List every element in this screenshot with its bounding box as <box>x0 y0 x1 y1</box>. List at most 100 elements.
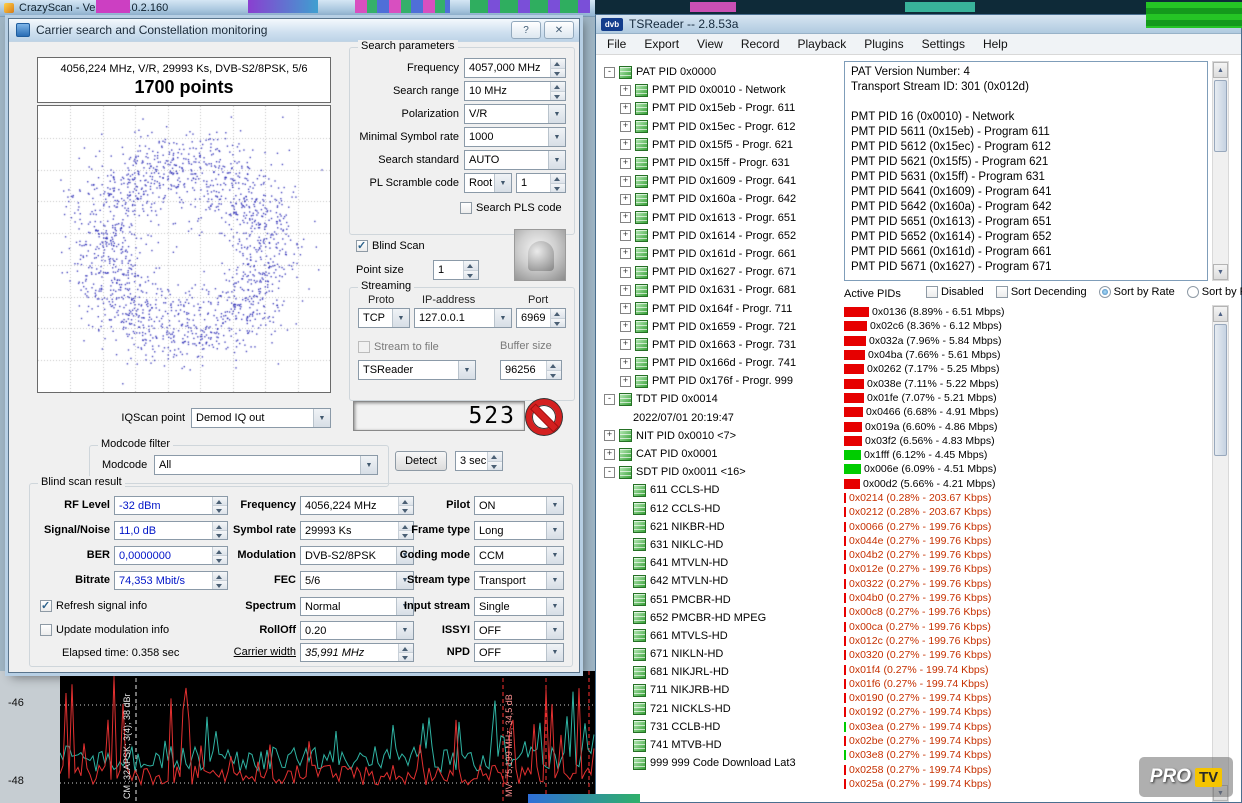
min-symbol-rate-select[interactable]: 1000▼ <box>464 127 566 147</box>
tree-item[interactable]: +PMT PID 0x15ec - Progr. 612 <box>600 118 838 136</box>
pid-row[interactable]: 0x044e (0.27% - 199.76 Kbps) <box>844 534 1210 548</box>
checkbox-icon[interactable] <box>40 624 52 636</box>
spin-up-icon[interactable] <box>551 59 565 69</box>
expand-icon[interactable]: + <box>620 358 631 369</box>
pid-row[interactable]: 0x04ba (7.66% - 5.61 Mbps) <box>844 348 1210 362</box>
polarization-select[interactable]: V/R▼ <box>464 104 566 124</box>
tree-item[interactable]: 621 NIKBR-HD <box>600 518 838 536</box>
tree-item[interactable]: +NIT PID 0x0010 <7> <box>600 427 838 445</box>
menu-help[interactable]: Help <box>974 35 1017 53</box>
tree-item[interactable]: 711 NIKJRB-HD <box>600 681 838 699</box>
tree-item[interactable]: -SDT PID 0x0011 <16> <box>600 463 838 481</box>
spin-up-icon[interactable] <box>551 82 565 92</box>
input-stream-select[interactable]: Single▼ <box>474 597 564 616</box>
stream-type-select[interactable]: Transport▼ <box>474 571 564 590</box>
pid-row[interactable]: 0x01fe (7.07% - 5.21 Mbps) <box>844 391 1210 405</box>
tree-item[interactable]: -PAT PID 0x0000 <box>600 63 838 81</box>
tree-item[interactable]: +PMT PID 0x15f5 - Progr. 621 <box>600 136 838 154</box>
frequency-spinner[interactable]: 4057,000 MHz <box>464 58 566 78</box>
radio-icon[interactable] <box>1187 286 1199 298</box>
tree-item[interactable]: 2022/07/01 20:19:47 <box>600 409 838 427</box>
spin-down-icon[interactable] <box>551 69 565 78</box>
radio-icon[interactable] <box>1099 286 1111 298</box>
expand-icon[interactable]: + <box>620 121 631 132</box>
menu-plugins[interactable]: Plugins <box>855 35 912 53</box>
pilot-select[interactable]: ON▼ <box>474 496 564 515</box>
detect-interval-spinner[interactable]: 3 sec <box>455 451 503 471</box>
blind-scan-checkbox[interactable]: Blind Scan <box>356 239 425 253</box>
tree-item[interactable]: +PMT PID 0x1614 - Progr. 652 <box>600 227 838 245</box>
pid-row[interactable]: 0x032a (7.96% - 5.84 Mbps) <box>844 334 1210 348</box>
dropdown-arrow-icon[interactable]: ▼ <box>546 622 563 639</box>
disabled-checkbox[interactable]: Disabled <box>926 286 984 298</box>
tree-item[interactable]: +PMT PID 0x166d - Progr. 741 <box>600 354 838 372</box>
help-button[interactable]: ? <box>511 21 541 39</box>
update-modulation-checkbox[interactable]: Update modulation info <box>40 623 169 637</box>
expand-icon[interactable]: + <box>604 430 615 441</box>
pid-row[interactable]: 0x02c6 (8.36% - 6.12 Mbps) <box>844 319 1210 333</box>
tree-item[interactable]: +PMT PID 0x1659 - Progr. 721 <box>600 318 838 336</box>
expand-icon[interactable]: + <box>620 139 631 150</box>
pid-row[interactable]: 0x012c (0.27% - 199.76 Kbps) <box>844 634 1210 648</box>
scroll-down-icon[interactable]: ▼ <box>1213 264 1228 280</box>
buffer-size-spinner[interactable]: 96256 <box>500 360 562 380</box>
collapse-icon[interactable]: - <box>604 67 615 78</box>
scroll-up-icon[interactable]: ▲ <box>1213 62 1228 78</box>
constellation-plot[interactable] <box>37 105 331 393</box>
pid-row[interactable]: 0x0262 (7.17% - 5.25 Mbps) <box>844 362 1210 376</box>
collapse-icon[interactable]: - <box>604 467 615 478</box>
pid-row[interactable]: 0x00ca (0.27% - 199.76 Kbps) <box>844 620 1210 634</box>
refresh-signal-checkbox[interactable]: Refresh signal info <box>40 599 147 613</box>
menu-view[interactable]: View <box>688 35 732 53</box>
expand-icon[interactable]: + <box>620 248 631 259</box>
expand-icon[interactable]: + <box>620 176 631 187</box>
tree-item[interactable]: 642 MTVLN-HD <box>600 572 838 590</box>
iqscan-point-select[interactable]: Demod IQ out▼ <box>191 408 331 428</box>
tree-item[interactable]: +PMT PID 0x160a - Progr. 642 <box>600 190 838 208</box>
spin-down-icon[interactable] <box>464 271 478 280</box>
pid-row[interactable]: 0x02be (0.27% - 199.74 Kbps) <box>844 734 1210 748</box>
tree-item[interactable]: +PMT PID 0x161d - Progr. 661 <box>600 245 838 263</box>
spin-down-icon[interactable] <box>488 462 502 471</box>
expand-icon[interactable]: + <box>620 194 631 205</box>
pid-row[interactable]: 0x1fff (6.12% - 4.45 Mbps) <box>844 448 1210 462</box>
pid-list-scrollbar[interactable]: ▲ ▼ <box>1212 305 1229 802</box>
tree-item[interactable]: +PMT PID 0x0010 - Network <box>600 81 838 99</box>
expand-icon[interactable]: + <box>620 303 631 314</box>
expand-icon[interactable]: + <box>604 449 615 460</box>
pid-row[interactable]: 0x0466 (6.68% - 4.91 Mbps) <box>844 405 1210 419</box>
npd-select[interactable]: OFF▼ <box>474 643 564 662</box>
tree-item[interactable]: 741 MTVB-HD <box>600 736 838 754</box>
point-size-spinner[interactable]: 1 <box>433 260 479 280</box>
checkbox-icon[interactable] <box>358 341 370 353</box>
pid-row[interactable]: 0x0192 (0.27% - 199.74 Kbps) <box>844 705 1210 719</box>
spin-down-icon[interactable] <box>551 92 565 101</box>
tsreader-titlebar[interactable]: dvb TSReader -- 2.8.53a <box>596 15 1241 34</box>
pid-row[interactable]: 0x01f4 (0.27% - 199.74 Kbps) <box>844 662 1210 676</box>
pid-row[interactable]: 0x0066 (0.27% - 199.76 Kbps) <box>844 519 1210 533</box>
dropdown-arrow-icon[interactable]: ▼ <box>494 174 511 192</box>
pid-row[interactable]: 0x012e (0.27% - 199.76 Kbps) <box>844 562 1210 576</box>
pid-row[interactable]: 0x03f2 (6.56% - 4.83 Mbps) <box>844 434 1210 448</box>
tree-item[interactable]: 652 PMCBR-HD MPEG <box>600 609 838 627</box>
sort-decending-checkbox[interactable]: Sort Decending <box>996 286 1087 298</box>
pid-row[interactable]: 0x019a (6.60% - 4.86 Mbps) <box>844 419 1210 433</box>
stream-target-select[interactable]: TSReader▼ <box>358 360 476 380</box>
dropdown-arrow-icon[interactable]: ▼ <box>546 522 563 539</box>
pid-row[interactable]: 0x0212 (0.28% - 203.67 Kbps) <box>844 505 1210 519</box>
expand-icon[interactable]: + <box>620 103 631 114</box>
pid-row[interactable]: 0x04b2 (0.27% - 199.76 Kbps) <box>844 548 1210 562</box>
spin-up-icon[interactable] <box>551 174 565 184</box>
pid-row[interactable]: 0x0214 (0.28% - 203.67 Kbps) <box>844 491 1210 505</box>
expand-icon[interactable]: + <box>620 376 631 387</box>
pat-info-pane[interactable]: PAT Version Number: 4Transport Stream ID… <box>844 61 1208 281</box>
tree-item[interactable]: 671 NIKLN-HD <box>600 645 838 663</box>
expand-icon[interactable]: + <box>620 212 631 223</box>
tree-item[interactable]: 651 PMCBR-HD <box>600 590 838 608</box>
dropdown-arrow-icon[interactable]: ▼ <box>548 105 565 123</box>
dropdown-arrow-icon[interactable]: ▼ <box>546 644 563 661</box>
tree-item[interactable]: +CAT PID 0x0001 <box>600 445 838 463</box>
sort-by-pid-radio[interactable]: Sort by PID <box>1187 286 1242 298</box>
menu-settings[interactable]: Settings <box>913 35 974 53</box>
tree-item[interactable]: +PMT PID 0x176f - Progr. 999 <box>600 372 838 390</box>
